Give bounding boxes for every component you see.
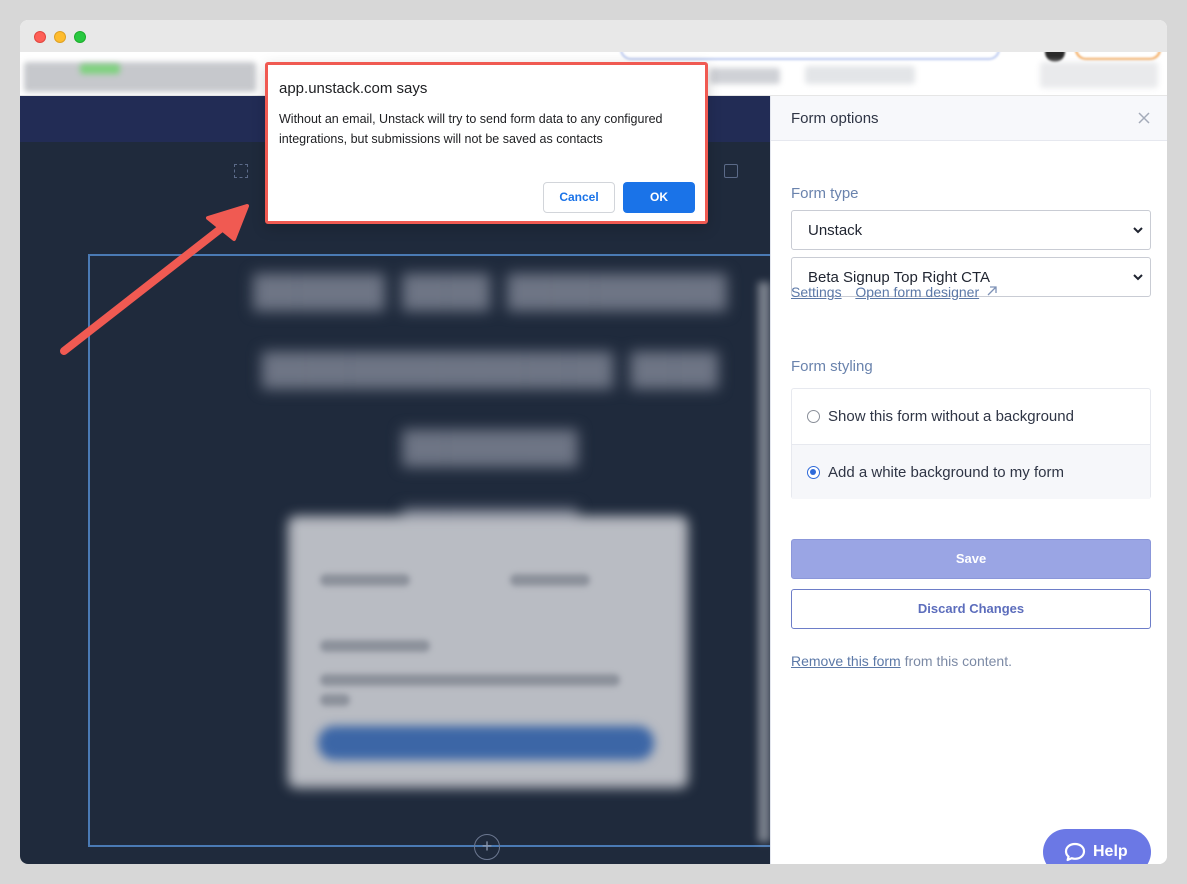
white-background-option[interactable]: Add a white background to my form <box>792 444 1150 499</box>
close-icon <box>1138 112 1150 124</box>
blurred-avatar <box>1045 52 1065 62</box>
form-type-select[interactable]: Unstack <box>791 210 1151 250</box>
dialog-cancel-button[interactable]: Cancel <box>543 182 615 213</box>
blurred-tab-strip <box>24 62 256 92</box>
layout-icon[interactable] <box>724 164 738 178</box>
panel-title: Form options <box>791 110 879 127</box>
blurred-submit-button <box>318 726 654 760</box>
radio-white-background[interactable] <box>807 466 820 479</box>
blurred-form-line <box>320 674 620 686</box>
blurred-form-line <box>510 574 590 586</box>
chevron-down-icon <box>1133 274 1143 281</box>
discard-changes-button[interactable]: Discard Changes <box>791 589 1151 629</box>
blurred-url-bar <box>620 52 1000 60</box>
blurred-tab-strip <box>710 68 780 84</box>
form-type-value: Unstack <box>808 222 863 239</box>
alert-dialog: app.unstack.com says Without an email, U… <box>265 62 708 224</box>
plus-icon: + <box>481 836 493 856</box>
save-button[interactable]: Save <box>791 539 1151 579</box>
dialog-origin: app.unstack.com says <box>279 80 428 97</box>
help-label: Help <box>1093 843 1128 860</box>
no-background-label: Show this form without a background <box>828 408 1074 425</box>
help-button[interactable]: Help <box>1043 829 1151 864</box>
remove-form-link[interactable]: Remove this form <box>791 653 901 669</box>
external-link-icon[interactable] <box>986 285 998 297</box>
form-type-label: Form type <box>791 185 859 202</box>
blurred-form-line <box>320 694 350 706</box>
dialog-ok-button[interactable]: OK <box>623 182 695 213</box>
maximize-window-button[interactable] <box>74 31 86 43</box>
radio-no-background[interactable] <box>807 410 820 423</box>
form-styling-label: Form styling <box>791 358 873 375</box>
select-icon[interactable] <box>234 164 248 178</box>
form-links: Settings Open form designer <box>791 284 998 300</box>
blurred-tab-strip <box>805 66 915 84</box>
blurred-account-button <box>1075 52 1161 60</box>
blurred-tab-accent <box>80 64 120 74</box>
white-background-label: Add a white background to my form <box>828 464 1064 481</box>
blurred-form-line <box>320 640 430 652</box>
close-window-button[interactable] <box>34 31 46 43</box>
title-bar <box>20 20 1167 52</box>
remove-form-suffix: from this content. <box>900 653 1012 669</box>
add-section-button[interactable]: + <box>474 834 500 860</box>
blurred-form-line <box>320 574 410 586</box>
form-styling-options: Show this form without a background Add … <box>791 388 1151 499</box>
remove-form-text: Remove this form from this content. <box>791 653 1012 669</box>
close-panel-button[interactable] <box>1135 110 1153 128</box>
chevron-down-icon <box>1133 227 1143 234</box>
settings-link[interactable]: Settings <box>791 284 842 300</box>
form-options-panel: Form options Form type Unstack Beta Sign… <box>770 96 1167 864</box>
no-background-option[interactable]: Show this form without a background <box>792 389 1150 444</box>
dialog-message: Without an email, Unstack will try to se… <box>279 112 663 146</box>
blurred-tab-strip <box>1040 62 1158 88</box>
minimize-window-button[interactable] <box>54 31 66 43</box>
chat-bubble-icon <box>1064 842 1086 862</box>
panel-header: Form options <box>771 96 1167 141</box>
open-form-designer-link[interactable]: Open form designer <box>855 284 979 300</box>
